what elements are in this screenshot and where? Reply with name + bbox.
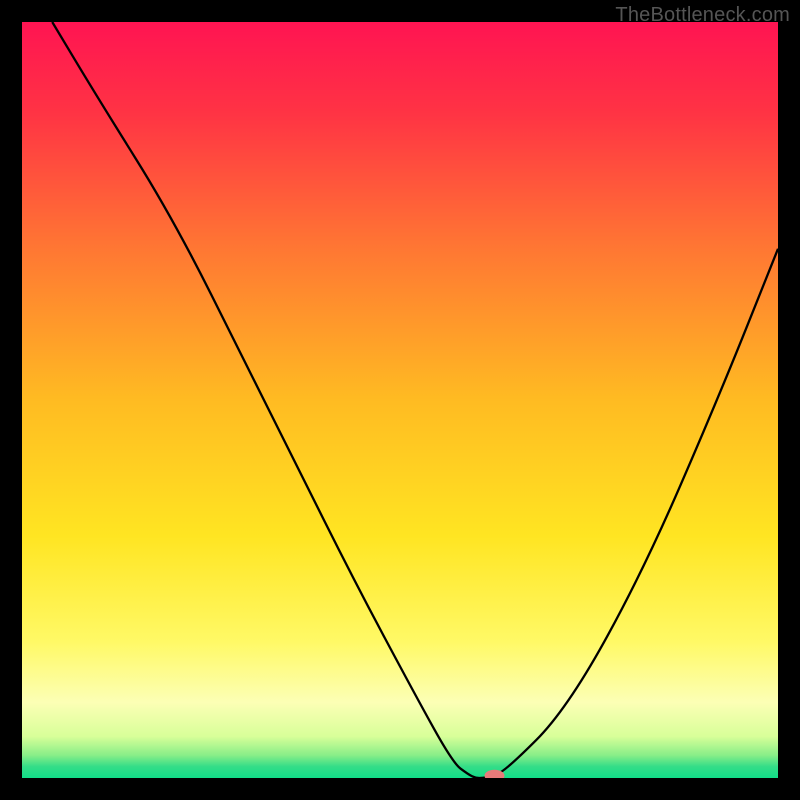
- watermark-text: TheBottleneck.com: [615, 4, 790, 27]
- bottleneck-chart: [22, 22, 778, 778]
- chart-area: [22, 22, 778, 778]
